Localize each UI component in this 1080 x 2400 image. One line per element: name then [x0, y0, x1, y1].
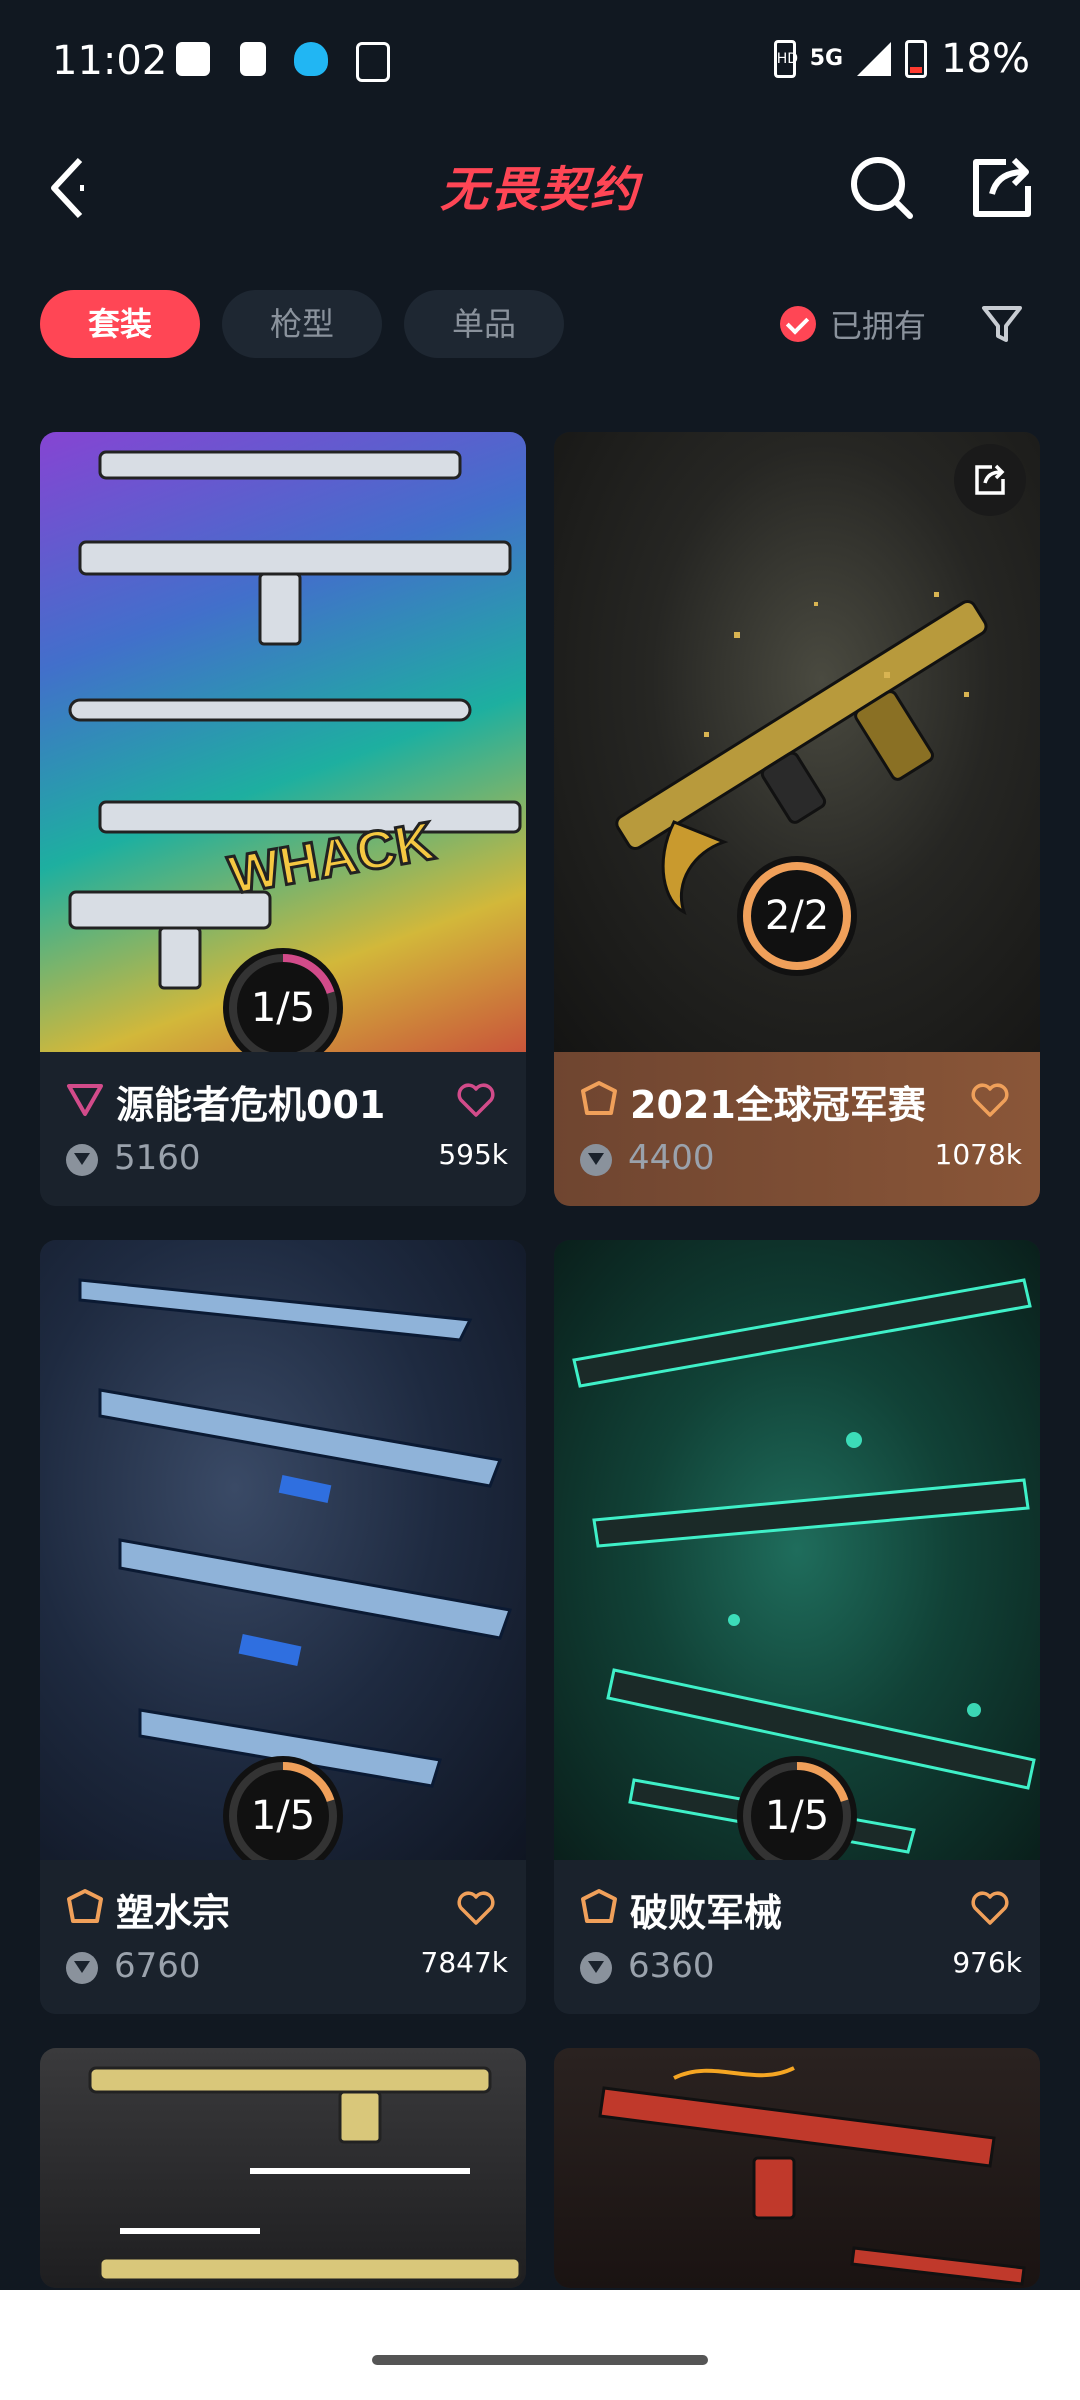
tier-icon	[67, 1084, 103, 1116]
bundle-card[interactable]: WHACK 1/5 源能者危机001 5160 595k	[40, 432, 526, 1206]
search-button[interactable]	[842, 148, 922, 228]
bundle-card[interactable]	[554, 2048, 1040, 2288]
message-notification-icon	[176, 42, 210, 76]
weapons-illustration	[88, 2066, 522, 2282]
home-indicator[interactable]	[372, 2355, 708, 2365]
bundle-name: 源能者危机001	[116, 1083, 386, 1127]
hd-icon: HD	[773, 40, 798, 78]
owned-toggle[interactable]: 已拥有	[780, 290, 926, 358]
valorant-points-icon	[66, 1144, 98, 1176]
bundle-artwork	[40, 2048, 526, 2288]
card-share-button[interactable]	[954, 444, 1026, 516]
favorite-heart-icon[interactable]	[456, 1890, 496, 1926]
like-count: 1078k	[934, 1138, 1022, 1171]
bundle-name: 2021全球冠军赛	[630, 1083, 926, 1127]
valorant-points-icon	[580, 1144, 612, 1176]
filter-icon[interactable]	[980, 302, 1024, 346]
tab-gun-types[interactable]: 枪型	[222, 290, 382, 358]
bundle-price: 4400	[628, 1138, 715, 1178]
like-count: 7847k	[420, 1946, 508, 1979]
bundle-price: 6760	[114, 1946, 201, 1986]
app-header: 无畏契约	[0, 128, 1080, 248]
share-icon	[973, 157, 1031, 217]
card-info: 源能者危机001 5160 595k	[40, 1052, 526, 1206]
share-button[interactable]	[962, 148, 1042, 228]
sync-notification-icon	[356, 42, 390, 82]
favorite-heart-icon[interactable]	[970, 1890, 1010, 1926]
progress-label: 2/2	[764, 893, 830, 939]
bundle-card[interactable]	[40, 2048, 526, 2288]
bundle-price: 5160	[114, 1138, 201, 1178]
tier-icon	[67, 1889, 103, 1923]
checked-icon	[780, 306, 816, 342]
bundle-artwork	[554, 2048, 1040, 2288]
battery-icon	[905, 40, 928, 78]
card-info: 塑水宗 6760 7847k	[40, 1860, 526, 2014]
navigation-bar-area	[0, 2290, 1080, 2400]
valorant-points-icon	[66, 1952, 98, 1984]
favorite-heart-icon[interactable]	[970, 1082, 1010, 1118]
bundle-card[interactable]: 1/5 塑水宗 6760 7847k	[40, 1240, 526, 2014]
favorite-heart-icon[interactable]	[456, 1082, 496, 1118]
tab-bundles[interactable]: 套装	[40, 290, 200, 358]
signal-icon	[857, 42, 892, 76]
alert-notification-icon	[240, 42, 266, 76]
valorant-points-icon	[580, 1952, 612, 1984]
card-info: 破败军械 6360 976k	[554, 1860, 1040, 2014]
tier-icon	[581, 1081, 617, 1115]
bundle-name: 塑水宗	[116, 1891, 231, 1935]
owned-label: 已拥有	[830, 307, 927, 345]
battery-percent: 18%	[941, 36, 1030, 82]
collection-progress-ring: 2/2	[733, 852, 861, 980]
card-info: 2021全球冠军赛 4400 1078k	[554, 1052, 1040, 1206]
tab-single-items[interactable]: 单品	[404, 290, 564, 358]
bundle-card[interactable]: 1/5 破败军械 6360 976k	[554, 1240, 1040, 2014]
status-right: HD 5G 18%	[773, 36, 1030, 82]
filter-bar: 套装 枪型 单品 已拥有	[40, 290, 1040, 362]
tier-icon	[581, 1889, 617, 1923]
search-icon	[851, 157, 913, 219]
share-icon	[975, 464, 1005, 495]
bundle-name: 破败军械	[630, 1891, 783, 1935]
bundle-card[interactable]: 2/2 2021全球冠军赛 4400 1078k	[554, 432, 1040, 1206]
like-count: 976k	[952, 1946, 1022, 1979]
weapons-illustration	[598, 2066, 1026, 2286]
status-time: 11:02	[52, 38, 168, 84]
bundle-price: 6360	[628, 1946, 715, 1986]
like-count: 595k	[438, 1138, 508, 1171]
network-type: 5G	[809, 46, 844, 71]
qq-notification-icon	[294, 42, 328, 76]
status-bar: 11:02 HD 5G 18%	[0, 0, 1080, 128]
